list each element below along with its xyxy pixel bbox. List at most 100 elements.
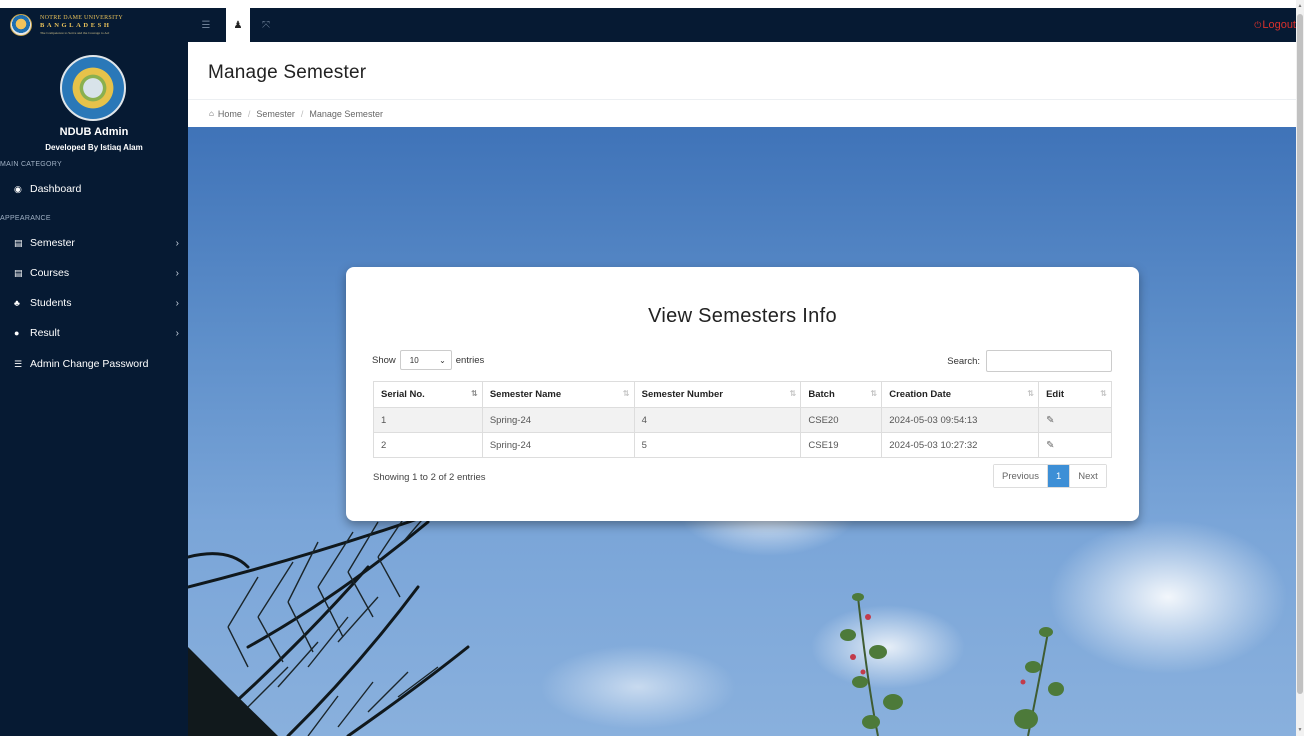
breadcrumb-separator: / xyxy=(300,108,304,119)
column-label: Batch xyxy=(808,389,835,400)
sidebar-item-label: Courses xyxy=(30,267,70,279)
file-icon: ▤ xyxy=(14,237,23,248)
sidebar-item-label: Students xyxy=(30,297,72,309)
cell-batch: CSE19 xyxy=(800,432,883,458)
sidebar-toggle-button[interactable]: ☰ xyxy=(194,8,218,42)
sort-asc-icon: ⇅ xyxy=(471,389,478,398)
column-header-semester-name[interactable]: Semester Name ⇅ xyxy=(481,381,635,408)
pagination-page-1[interactable]: 1 xyxy=(1047,465,1070,487)
sort-icon: ⇅ xyxy=(1027,389,1034,398)
sidebar-item-label: Result xyxy=(30,327,60,339)
brand-text: NOTRE DAME UNIVERSITY BANGLADESH The Com… xyxy=(40,15,123,35)
sidebar-item-semester[interactable]: ▤ Semester › xyxy=(0,232,188,254)
semesters-table: Serial No. ⇅ Semester Name ⇅ Semester Numb… xyxy=(373,381,1112,458)
column-header-semester-number[interactable]: Semester Number ⇅ xyxy=(633,381,802,408)
edit-icon[interactable]: ✎ xyxy=(1046,415,1054,426)
column-header-serial[interactable]: Serial No. ⇅ xyxy=(373,381,483,408)
sidebar-item-label: Semester xyxy=(30,237,75,249)
cell-semester-name: Spring-24 xyxy=(481,407,635,433)
logout-label: Logout xyxy=(1262,19,1296,31)
users-icon: ♣ xyxy=(14,298,20,308)
semesters-card: View Semesters Info Show 10 ⌄ entries Se… xyxy=(346,267,1139,521)
sort-icon: ⇅ xyxy=(622,389,630,398)
power-icon: ⏻ xyxy=(1254,19,1262,30)
column-label: Serial No. xyxy=(381,389,425,400)
sidebar-item-result[interactable]: ● Result › xyxy=(0,322,188,344)
scroll-down-arrow-icon[interactable]: ▼ xyxy=(1297,726,1303,734)
expand-icon: ⤧ xyxy=(262,19,270,31)
table-info: Showing 1 to 2 of 2 entries xyxy=(373,472,486,483)
page-scrollbar[interactable]: ▲ ▼ xyxy=(1296,0,1304,736)
list-icon: ☰ xyxy=(14,358,23,369)
university-logo xyxy=(60,55,126,121)
chevron-right-icon: › xyxy=(175,327,179,339)
cell-serial: 1 xyxy=(373,407,483,433)
table-row: 1 Spring-24 4 CSE20 2024-05-03 09:54:13 … xyxy=(373,407,1112,433)
logout-link[interactable]: ⏻ Logout xyxy=(1254,8,1296,42)
sidebar-item-students[interactable]: ♣ Students › xyxy=(0,292,188,314)
cell-creation-date: 2024-05-03 09:54:13 xyxy=(881,407,1040,433)
appearance-heading: APPEARANCE xyxy=(0,215,51,222)
entries-length-select[interactable]: 10 ⌄ xyxy=(399,350,452,370)
column-label: Creation Date xyxy=(889,389,952,400)
sidebar: NDUB Admin Developed By Istiaq Alam MAIN… xyxy=(0,42,188,736)
pagination-next-button[interactable]: Next xyxy=(1069,465,1106,487)
show-label: Show xyxy=(372,354,396,366)
column-header-creation-date[interactable]: Creation Date ⇅ xyxy=(881,381,1040,408)
cell-edit: ✎ xyxy=(1038,407,1112,433)
cell-semester-name: Spring-24 xyxy=(481,432,635,458)
top-navbar: NOTRE DAME UNIVERSITY BANGLADESH The Com… xyxy=(0,8,1296,42)
fullscreen-button[interactable]: ⤧ xyxy=(254,8,278,42)
column-header-batch[interactable]: Batch ⇅ xyxy=(800,381,883,408)
table-search: Search: xyxy=(947,350,1112,372)
column-header-edit[interactable]: Edit ⇅ xyxy=(1038,381,1112,408)
breadcrumb: ⌂ Home / Semester / Manage Semester xyxy=(188,100,1296,127)
brand-line-2: BANGLADESH xyxy=(40,22,112,29)
sidebar-item-admin-change-password[interactable]: ☰ Admin Change Password xyxy=(0,353,188,375)
sidebar-item-courses[interactable]: ▤ Courses › xyxy=(0,262,188,284)
home-icon: ⌂ xyxy=(209,109,214,118)
sidebar-item-label: Dashboard xyxy=(30,183,82,195)
cell-semester-number: 4 xyxy=(633,407,802,433)
column-label: Semester Name xyxy=(489,389,562,400)
breadcrumb-current: Manage Semester xyxy=(309,108,383,119)
entries-length-value: 10 xyxy=(409,355,419,365)
brand-logo[interactable]: NOTRE DAME UNIVERSITY BANGLADESH The Com… xyxy=(0,8,188,42)
profile-button[interactable]: ♟ xyxy=(226,8,250,42)
column-label: Edit xyxy=(1046,389,1065,400)
column-label: Semester Number xyxy=(641,389,723,400)
brand-line-3: The Competence to Serve and the Courage … xyxy=(40,30,110,35)
cell-semester-number: 5 xyxy=(633,432,802,458)
background-photo: View Semesters Info Show 10 ⌄ entries Se… xyxy=(188,127,1296,736)
developer-credit: Developed By Istiaq Alam xyxy=(45,143,143,152)
scroll-up-arrow-icon[interactable]: ▲ xyxy=(1297,2,1303,10)
edit-icon[interactable]: ✎ xyxy=(1046,440,1054,451)
dashboard-icon: ◉ xyxy=(14,183,22,194)
page-title: Manage Semester xyxy=(208,62,367,83)
page-header: Manage Semester xyxy=(188,42,1296,100)
search-input[interactable] xyxy=(986,350,1112,372)
chevron-down-icon: ⌄ xyxy=(439,355,446,365)
scrollbar-thumb[interactable] xyxy=(1297,14,1303,694)
entries-label: entries xyxy=(455,354,485,366)
breadcrumb-separator: / xyxy=(247,108,251,119)
sidebar-item-label: Admin Change Password xyxy=(30,358,149,370)
user-icon: ♟ xyxy=(233,19,243,31)
sort-icon: ⇅ xyxy=(1100,389,1107,398)
info-icon: ● xyxy=(14,328,20,338)
cell-batch: CSE20 xyxy=(800,407,883,433)
file-icon: ▤ xyxy=(14,267,23,278)
pagination-previous-button[interactable]: Previous xyxy=(994,465,1048,487)
cell-creation-date: 2024-05-03 10:27:32 xyxy=(881,432,1040,458)
card-title: View Semesters Info xyxy=(648,305,837,327)
sidebar-item-dashboard[interactable]: ◉ Dashboard xyxy=(0,178,188,200)
list-icon: ☰ xyxy=(201,19,211,31)
table-header-row: Serial No. ⇅ Semester Name ⇅ Semester Numb… xyxy=(373,381,1112,408)
brand-line-1: NOTRE DAME UNIVERSITY xyxy=(40,15,123,21)
search-label: Search: xyxy=(947,355,980,367)
breadcrumb-home[interactable]: Home xyxy=(218,109,242,119)
chevron-right-icon: › xyxy=(175,267,179,279)
sort-icon: ⇅ xyxy=(789,389,797,398)
chevron-right-icon: › xyxy=(175,297,179,309)
breadcrumb-semester[interactable]: Semester xyxy=(256,109,295,119)
